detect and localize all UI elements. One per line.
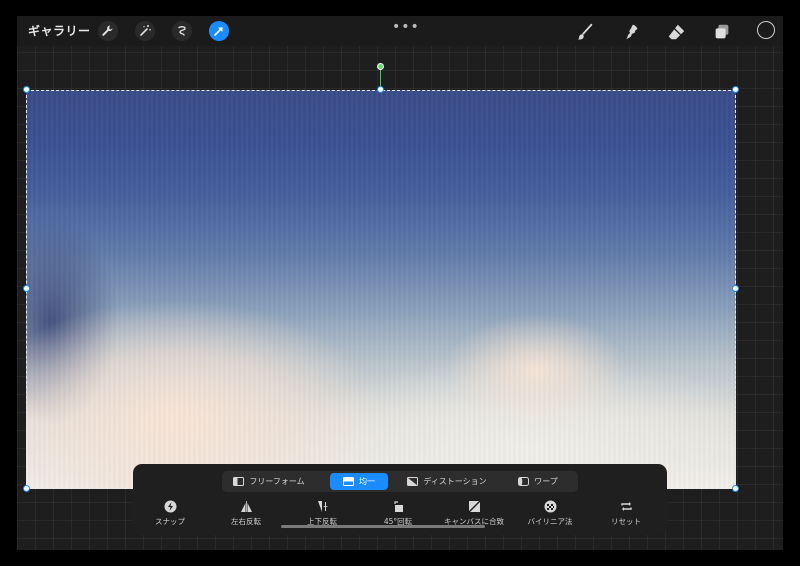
fit-canvas-button[interactable]: キャンバスに合致 (437, 500, 511, 527)
reset-icon (620, 502, 632, 511)
handle-top-left[interactable] (23, 86, 30, 93)
mode-distort[interactable]: ディストーション (402, 473, 492, 490)
flip-horizontal-label: 左右反転 (231, 517, 261, 526)
mode-freeform[interactable]: フリーフォーム (226, 473, 312, 490)
magic-wand-icon[interactable] (135, 21, 155, 41)
bilinear-label: バイリニア法 (527, 517, 573, 526)
flip-vertical-icon (317, 501, 327, 512)
reset-button[interactable]: リセット (589, 500, 663, 527)
snap-icon (164, 500, 176, 513)
flip-horizontal-icon (240, 501, 252, 512)
freeform-icon (233, 477, 245, 486)
mode-uniform[interactable]: 均一 (330, 473, 388, 490)
eraser-icon[interactable] (665, 21, 687, 43)
uniform-icon (343, 477, 354, 486)
mode-warp-label: ワープ (534, 477, 558, 486)
procreate-app: ギャラリー ••• フリーフォーム 均一 ディストーション ワープ スナップ 左… (17, 16, 783, 550)
layers-icon[interactable] (711, 21, 733, 43)
mode-freeform-label: フリーフォーム (249, 477, 305, 486)
smudge-icon[interactable] (620, 21, 642, 43)
handle-top-right[interactable] (732, 86, 739, 93)
snap-button[interactable]: スナップ (133, 500, 207, 527)
rotate-45-button[interactable]: 45°回転 (361, 500, 435, 527)
gallery-button[interactable]: ギャラリー (28, 22, 91, 39)
bilinear-icon (544, 500, 556, 513)
handle-top-center[interactable] (377, 86, 384, 93)
color-swatch[interactable] (757, 21, 775, 39)
mode-uniform-label: 均一 (359, 477, 375, 486)
bilinear-button[interactable]: バイリニア法 (513, 500, 587, 527)
brush-icon[interactable] (574, 21, 596, 43)
wrench-icon[interactable] (98, 21, 118, 41)
transform-mode-selector: フリーフォーム 均一 ディストーション ワープ (222, 471, 578, 492)
handle-middle-left[interactable] (23, 285, 30, 292)
handle-middle-right[interactable] (732, 285, 739, 292)
flip-horizontal-button[interactable]: 左右反転 (209, 500, 283, 527)
warp-icon (518, 477, 530, 486)
handle-bottom-left[interactable] (23, 485, 30, 492)
mode-warp[interactable]: ワープ (510, 473, 566, 490)
reset-label: リセット (611, 517, 641, 526)
selection-icon[interactable] (172, 21, 192, 41)
home-indicator (281, 525, 485, 528)
rotate-45-icon (393, 501, 403, 512)
mode-distort-label: ディストーション (423, 477, 487, 486)
snap-label: スナップ (155, 517, 185, 526)
flip-vertical-button[interactable]: 上下反転 (285, 500, 359, 527)
distort-icon (407, 477, 419, 486)
fit-canvas-icon (468, 500, 480, 513)
handle-bottom-right[interactable] (732, 485, 739, 492)
more-menu[interactable]: ••• (392, 19, 420, 35)
transform-bounding-box (26, 90, 736, 489)
transform-arrow-icon[interactable] (209, 21, 229, 41)
rotation-handle[interactable] (377, 63, 384, 70)
top-toolbar: ギャラリー ••• (17, 16, 783, 46)
